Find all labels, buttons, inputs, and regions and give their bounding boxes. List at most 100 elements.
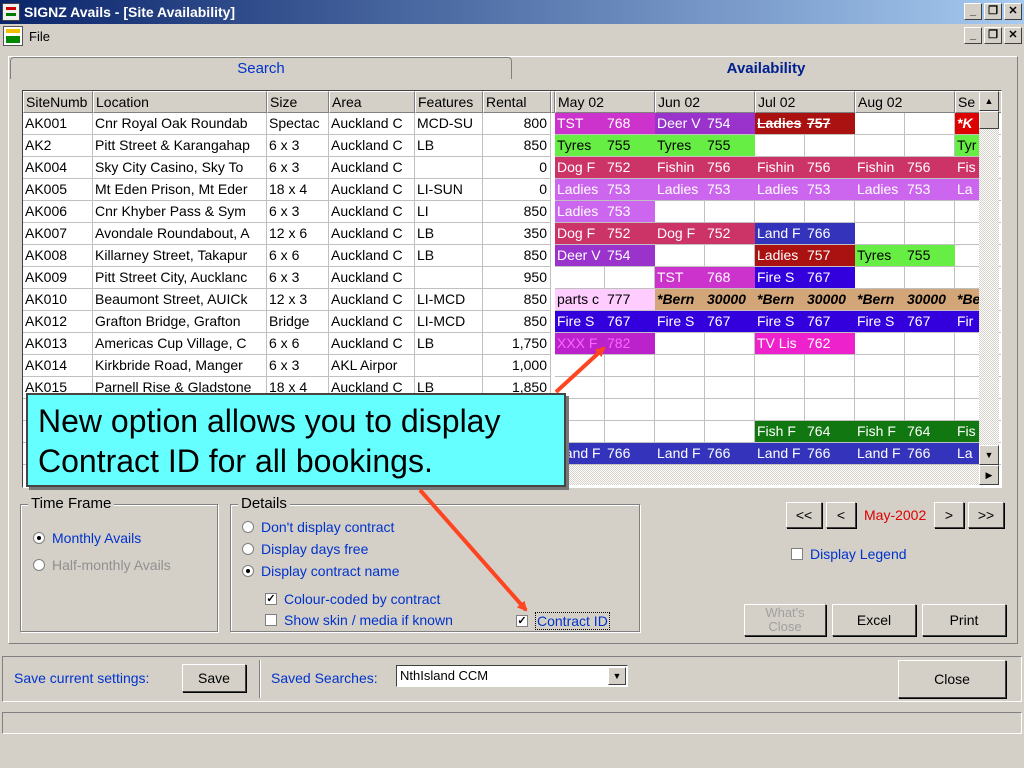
table-cell[interactable]: Pitt Street City, Aucklanc: [93, 267, 267, 289]
table-cell[interactable]: Beaumont Street, AUICk: [93, 289, 267, 311]
booking-contract-id[interactable]: 767: [805, 267, 855, 288]
booking-contract-id[interactable]: 766: [605, 443, 655, 464]
booking-contract-name[interactable]: TST: [655, 267, 705, 288]
table-cell[interactable]: 12 x 6: [267, 223, 329, 245]
table-cell[interactable]: Auckland C: [329, 333, 415, 355]
table-cell[interactable]: Killarney Street, Takapur: [93, 245, 267, 267]
booking-contract-name[interactable]: TV Lis: [755, 333, 805, 354]
table-cell[interactable]: 6 x 3: [267, 355, 329, 377]
restore-icon[interactable]: ❐: [984, 3, 1002, 20]
availability-cell[interactable]: [655, 399, 705, 421]
booking-contract-name[interactable]: Fish F: [755, 421, 805, 442]
booking-contract-name[interactable]: La: [955, 179, 979, 200]
table-cell[interactable]: 6 x 6: [267, 333, 329, 355]
scroll-thumb[interactable]: [979, 111, 999, 129]
booking-contract-name[interactable]: Dog F: [555, 223, 605, 244]
booking-contract-name[interactable]: Fire S: [555, 311, 605, 332]
table-cell[interactable]: Auckland C: [329, 135, 415, 157]
mdi-minimize-icon[interactable]: _: [964, 27, 982, 44]
booking-contract-id[interactable]: 764: [805, 421, 855, 442]
table-cell[interactable]: 850: [483, 135, 551, 157]
booking-contract-id[interactable]: 753: [605, 201, 655, 222]
menu-file[interactable]: File: [29, 29, 50, 44]
booking-contract-name[interactable]: Dog F: [655, 223, 705, 244]
booking-contract-name[interactable]: Ladies: [555, 179, 605, 200]
booking-contract-id[interactable]: 756: [705, 157, 755, 178]
booking-contract-name[interactable]: Tyres: [855, 245, 905, 266]
table-cell[interactable]: Avondale Roundabout, A: [93, 223, 267, 245]
booking-contract-id[interactable]: 766: [805, 443, 855, 464]
table-cell[interactable]: [415, 267, 483, 289]
days-free-radio[interactable]: Display days free: [242, 541, 368, 557]
table-cell[interactable]: Mt Eden Prison, Mt Eder: [93, 179, 267, 201]
booking-contract-name[interactable]: Ladies: [555, 201, 605, 222]
booking-contract-id[interactable]: 754: [705, 113, 755, 134]
availability-cell[interactable]: [705, 245, 755, 267]
document-icon[interactable]: [3, 26, 23, 46]
booking-contract-name[interactable]: Ladies: [755, 179, 805, 200]
halfmonthly-radio[interactable]: Half-monthly Avails: [33, 557, 171, 573]
booking-contract-id[interactable]: 752: [605, 157, 655, 178]
table-cell[interactable]: Spectac: [267, 113, 329, 135]
table-cell[interactable]: 6 x 3: [267, 157, 329, 179]
column-header-0[interactable]: SiteNumb: [23, 91, 93, 113]
tab-availability[interactable]: Availability: [516, 57, 1016, 79]
availability-cell[interactable]: [855, 267, 905, 289]
whats-close-button[interactable]: What's Close: [744, 604, 826, 636]
scroll-right-icon[interactable]: ▶: [979, 465, 999, 485]
booking-contract-id[interactable]: 754: [605, 245, 655, 266]
booking-contract-name[interactable]: Fishin: [755, 157, 805, 178]
table-cell[interactable]: 18 x 4: [267, 179, 329, 201]
mdi-close-icon[interactable]: ✕: [1004, 27, 1022, 44]
booking-contract-name[interactable]: Fishin: [655, 157, 705, 178]
booking-contract-name[interactable]: parts c: [555, 289, 605, 310]
colour-coded-checkbox[interactable]: ✓ Colour-coded by contract: [265, 591, 440, 607]
table-cell[interactable]: MCD-SU: [415, 113, 483, 135]
booking-contract-name[interactable]: Fire S: [655, 311, 705, 332]
booking-contract-id[interactable]: 30000: [805, 289, 855, 310]
table-cell[interactable]: 0: [483, 179, 551, 201]
mdi-restore-icon[interactable]: ❐: [984, 27, 1002, 44]
booking-contract-id[interactable]: 755: [905, 245, 955, 266]
scroll-up-icon[interactable]: ▲: [979, 91, 999, 111]
month-header[interactable]: Aug 02: [855, 91, 955, 113]
vertical-scrollbar[interactable]: ▲ ▼: [979, 91, 999, 465]
booking-contract-name[interactable]: Ladies: [855, 179, 905, 200]
booking-contract-name[interactable]: Fire S: [855, 311, 905, 332]
column-header-3[interactable]: Area: [329, 91, 415, 113]
table-cell[interactable]: Auckland C: [329, 311, 415, 333]
booking-contract-name[interactable]: Tyr: [955, 135, 979, 156]
table-cell[interactable]: LB: [415, 333, 483, 355]
saved-searches-select[interactable]: NthIsland CCM ▼: [396, 665, 628, 687]
availability-cell[interactable]: [605, 355, 655, 377]
table-cell[interactable]: AK2: [23, 135, 93, 157]
availability-cell[interactable]: [905, 267, 955, 289]
availability-cell[interactable]: [755, 399, 805, 421]
availability-cell[interactable]: [605, 377, 655, 399]
availability-cell[interactable]: [805, 355, 855, 377]
booking-contract-name[interactable]: Deer V: [655, 113, 705, 134]
column-header-2[interactable]: Size: [267, 91, 329, 113]
table-cell[interactable]: AKL Airpor: [329, 355, 415, 377]
availability-cell[interactable]: [705, 355, 755, 377]
booking-contract-id[interactable]: 756: [805, 157, 855, 178]
show-skin-checkbox[interactable]: Show skin / media if known: [265, 612, 453, 628]
last-month-button[interactable]: >>: [968, 502, 1004, 528]
booking-contract-id[interactable]: 753: [805, 179, 855, 200]
table-cell[interactable]: AK006: [23, 201, 93, 223]
availability-cell[interactable]: [855, 113, 905, 135]
column-header-1[interactable]: Location: [93, 91, 267, 113]
booking-contract-id[interactable]: 753: [705, 179, 755, 200]
availability-cell[interactable]: [905, 333, 955, 355]
booking-contract-name[interactable]: Ladies: [655, 179, 705, 200]
month-header[interactable]: May 02: [555, 91, 655, 113]
print-button[interactable]: Print: [922, 604, 1006, 636]
booking-contract-id[interactable]: 768: [605, 113, 655, 134]
table-cell[interactable]: LB: [415, 135, 483, 157]
availability-cell[interactable]: [605, 421, 655, 443]
booking-contract-id[interactable]: 766: [805, 223, 855, 244]
table-cell[interactable]: Sky City Casino, Sky To: [93, 157, 267, 179]
table-cell[interactable]: AK012: [23, 311, 93, 333]
table-cell[interactable]: 6 x 3: [267, 135, 329, 157]
availability-cell[interactable]: [905, 135, 955, 157]
